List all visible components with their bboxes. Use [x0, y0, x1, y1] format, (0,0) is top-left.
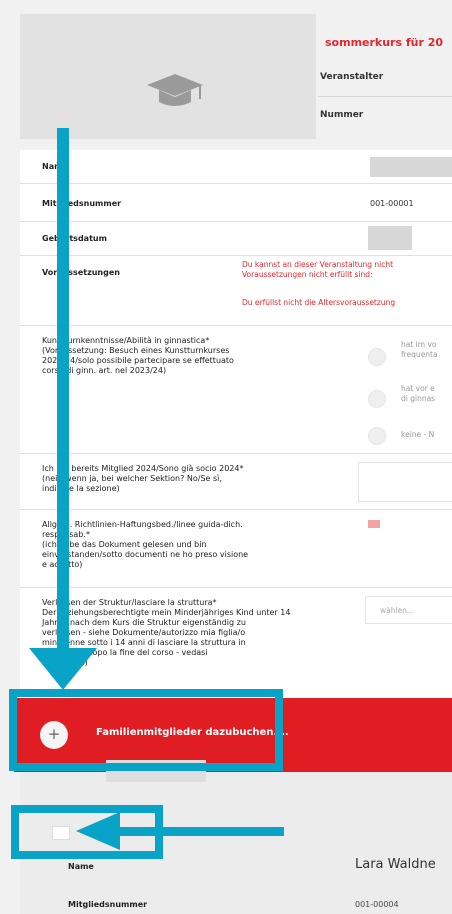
radio-option-1[interactable]	[368, 348, 386, 366]
guidelines-label: Allgem. Richtlinien-Haftungsbed./linee g…	[42, 520, 249, 569]
course-title: sommerkurs für 20	[325, 36, 444, 49]
radio-option-2-label: hat vor e di ginnas	[401, 384, 436, 403]
guidelines-checkbox[interactable]	[368, 520, 380, 528]
name-row: Name	[20, 150, 452, 184]
organizer-label: Veranstalter	[318, 72, 452, 97]
annotation-arrowhead-down	[29, 648, 97, 690]
member-number-value: 001-00001	[370, 199, 414, 208]
prerequisite-error-1: Du kannst an dieser Veranstaltung nicht V…	[242, 260, 394, 279]
birthdate-value-redacted	[368, 226, 412, 250]
number-label: Nummer	[320, 110, 364, 120]
radio-option-3[interactable]	[368, 427, 386, 445]
family-member-name: Lara Waldne	[355, 857, 436, 872]
prerequisites-row: Voraussetzungen Du kannst an dieser Vera…	[20, 256, 452, 326]
family-member-name-label: Name	[68, 862, 94, 871]
existing-member-row: Ich bin bereits Mitglied 2024/Sono già s…	[20, 454, 452, 510]
name-value-redacted	[370, 157, 452, 177]
birthdate-row: Geburtsdatum	[20, 222, 452, 256]
family-member-number: 001-00004	[355, 900, 399, 909]
existing-member-label: Ich bin bereits Mitglied 2024/Sono già s…	[42, 464, 244, 493]
registration-page: { "course": { "title": "sommerkurs für 2…	[0, 0, 452, 914]
member-number-row: Mitgliedsnummer 001-00001	[20, 184, 452, 222]
gymnastics-skill-row: Kunstturnkenntnisse/Abilità in ginnastic…	[20, 326, 452, 454]
radio-option-1-label: hat im vo frequenta	[401, 340, 438, 359]
family-member-number-label: Mitgliedsnummer	[68, 900, 148, 909]
leave-structure-select[interactable]: wählen...	[365, 596, 452, 624]
annotation-highlight-add-family	[9, 689, 283, 771]
annotation-arrow-vertical	[57, 128, 69, 664]
prerequisite-error-2: Du erfüllst nicht die Altersvoraussetzun…	[242, 298, 396, 307]
radio-option-3-label: keine - N	[401, 430, 435, 439]
annotation-arrowhead-left	[76, 812, 120, 850]
guidelines-row: Allgem. Richtlinien-Haftungsbed./linee g…	[20, 510, 452, 588]
annotation-arrow-horizontal	[112, 827, 284, 836]
gymnastics-skill-label: Kunstturnkenntnisse/Abilità in ginnastic…	[42, 336, 234, 375]
radio-option-2[interactable]	[368, 390, 386, 408]
graduation-cap-icon	[147, 74, 203, 106]
course-image-placeholder	[20, 14, 316, 139]
existing-member-input[interactable]	[358, 462, 452, 502]
